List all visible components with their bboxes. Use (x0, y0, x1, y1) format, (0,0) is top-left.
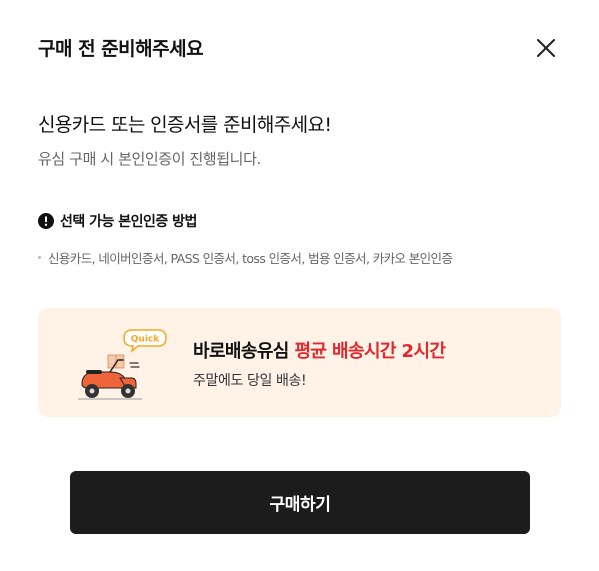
quick-delivery-time: 평균 배송시간 2시간 (294, 341, 446, 362)
auth-methods-title-text: 선택 가능 본인인증 방법 (60, 214, 197, 230)
prep-subline: 유심 구매 시 본인인증이 진행됩니다. (38, 150, 261, 168)
auth-methods-list: 신용카드, 네이버인증서, PASS 인증서, toss 인증서, 범용 인증서… (38, 248, 453, 267)
close-button[interactable] (532, 34, 560, 62)
purchase-prep-modal: 구매 전 준비해주세요 신용카드 또는 인증서를 준비해주세요! 유심 구매 시… (0, 0, 599, 571)
quick-delivery-name: 바로배송유심 (193, 341, 289, 362)
quick-delivery-banner: Quick 바로배송유심 평균 배송시간 2시간 주말에도 당일 배송! (38, 308, 561, 417)
purchase-button[interactable]: 구매하기 (70, 471, 530, 534)
delivery-scooter-icon: Quick (78, 329, 167, 400)
auth-methods-title: 선택 가능 본인인증 방법 (38, 211, 197, 231)
modal-title: 구매 전 준비해주세요 (38, 38, 204, 60)
bullet-dot (38, 256, 41, 259)
prep-headline: 신용카드 또는 인증서를 준비해주세요! (38, 114, 332, 136)
close-icon (537, 39, 555, 57)
warning-circle-icon (38, 213, 54, 229)
quick-badge-text: Quick (131, 335, 160, 345)
quick-delivery-title: 바로배송유심 평균 배송시간 2시간 (193, 337, 446, 363)
auth-methods-text: 신용카드, 네이버인증서, PASS 인증서, toss 인증서, 범용 인증서… (48, 251, 453, 266)
quick-delivery-subtitle: 주말에도 당일 배송! (193, 373, 307, 389)
